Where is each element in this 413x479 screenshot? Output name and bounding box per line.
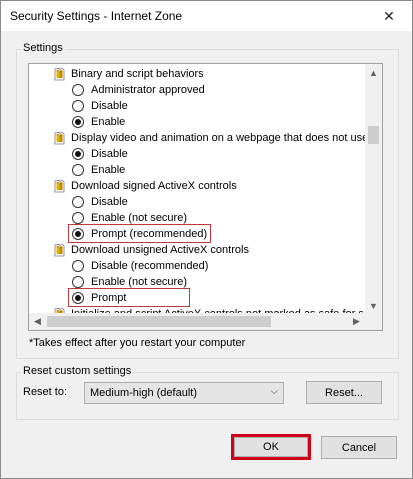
restart-note: *Takes effect after you restart your com… (29, 337, 246, 349)
settings-listbox[interactable]: Binary and script behaviors Administrator… (28, 63, 383, 331)
setting-option-label: Disable (91, 196, 128, 208)
radio-button[interactable] (72, 260, 84, 272)
reset-button-label: Reset... (325, 386, 363, 399)
radio-button[interactable] (72, 100, 84, 112)
settings-category-icon (54, 68, 65, 81)
scroll-left-arrow-icon[interactable]: ◀ (29, 313, 46, 330)
settings-category-icon (54, 180, 65, 193)
reset-to-label: Reset to: (23, 386, 68, 398)
scroll-up-arrow-icon[interactable]: ▲ (365, 64, 382, 81)
radio-button-checked[interactable] (72, 148, 84, 160)
radio-button[interactable] (72, 196, 84, 208)
setting-category-label: Binary and script behaviors (71, 68, 204, 80)
reset-button[interactable]: Reset... (306, 381, 382, 404)
radio-button[interactable] (72, 212, 84, 224)
reset-level-select[interactable]: Medium-high (default) ⌵ (84, 382, 284, 404)
scroll-right-arrow-icon[interactable]: ▶ (348, 313, 365, 330)
ok-button-highlight (231, 434, 311, 460)
reset-level-value: Medium-high (default) (90, 387, 197, 399)
selection-highlight-box (68, 288, 190, 307)
close-button[interactable]: ✕ (366, 1, 412, 31)
vertical-scroll-thumb[interactable] (368, 126, 379, 144)
horizontal-scrollbar[interactable]: ◀ ▶ (29, 313, 365, 330)
radio-button-checked[interactable] (72, 116, 84, 128)
scrollbar-corner (365, 313, 382, 330)
horizontal-scroll-thumb[interactable] (47, 316, 271, 327)
setting-category-label: Display video and animation on a webpage… (71, 132, 365, 144)
vertical-scrollbar[interactable]: ▲ ▼ (365, 64, 382, 314)
security-settings-dialog: Security Settings - Internet Zone ✕ Sett… (0, 0, 413, 479)
selection-highlight-box (68, 224, 211, 243)
window-title: Security Settings - Internet Zone (10, 9, 183, 23)
setting-option-label: Disable (91, 100, 128, 112)
setting-category-label: Download unsigned ActiveX controls (71, 244, 249, 256)
settings-category-icon (54, 244, 65, 257)
chevron-down-icon: ⌵ (270, 386, 278, 397)
setting-option-label: Disable (recommended) (91, 260, 209, 272)
cancel-button[interactable]: Cancel (321, 436, 397, 459)
radio-button[interactable] (72, 84, 84, 96)
setting-option-label: Enable (91, 116, 126, 128)
setting-option-label: Administrator approved (91, 84, 205, 96)
settings-group-label: Settings (21, 42, 65, 54)
setting-category-label: Download signed ActiveX controls (71, 180, 237, 192)
cancel-button-label: Cancel (341, 441, 377, 454)
setting-option-label: Enable (91, 164, 126, 176)
radio-button[interactable] (72, 276, 84, 288)
scroll-down-arrow-icon[interactable]: ▼ (365, 297, 382, 314)
settings-list: Binary and script behaviors Administrator… (29, 64, 365, 314)
setting-option-label: Disable (91, 148, 128, 160)
reset-group-label: Reset custom settings (21, 365, 134, 377)
radio-button[interactable] (72, 164, 84, 176)
settings-category-icon (54, 132, 65, 145)
title-bar: Security Settings - Internet Zone ✕ (1, 1, 412, 31)
close-icon: ✕ (383, 7, 395, 24)
